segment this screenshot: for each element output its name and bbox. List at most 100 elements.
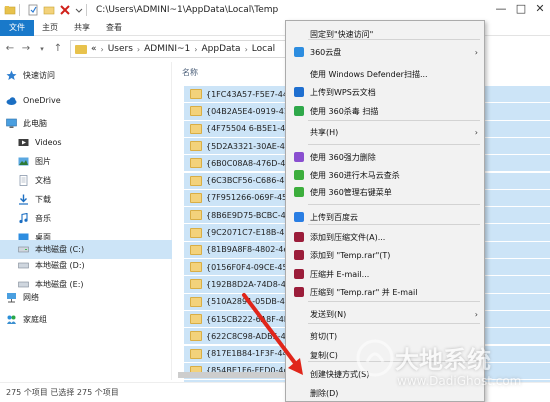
folder-icon	[190, 210, 202, 221]
menu-item-label: 添加到 "Temp.rar"(T)	[310, 250, 391, 260]
menu-item-14[interactable]: 发送到(N) ›	[286, 305, 484, 323]
cloud360-icon	[294, 47, 304, 57]
new-folder-icon[interactable]	[43, 4, 55, 16]
breadcrumb-overflow[interactable]: «	[91, 44, 97, 54]
drive-icon	[18, 244, 29, 255]
maximize-button[interactable]: □	[514, 2, 528, 16]
breadcrumb-users[interactable]: Users	[108, 44, 133, 54]
menu-item-12[interactable]: 压缩并 E-mail...	[286, 265, 484, 283]
nav-item-documents[interactable]: 文档	[0, 171, 172, 190]
menu-item-8[interactable]: 使用 360管理右键菜单	[286, 183, 484, 201]
up-icon[interactable]: ↑	[52, 43, 64, 55]
nav-item-onedrive[interactable]: OneDrive	[0, 91, 172, 110]
nav-item-drive-d[interactable]: 本地磁盘 (D:)	[0, 256, 172, 275]
menu-item-6[interactable]: 使用 360强力删除	[286, 148, 484, 166]
delete-icon[interactable]	[59, 4, 71, 16]
tab-view[interactable]: 查看	[98, 22, 130, 33]
menu-separator	[308, 204, 480, 205]
menu-item-0[interactable]: 固定到"快速访问"	[286, 25, 484, 43]
status-text: 275 个项目 已选择 275 个项目	[6, 388, 119, 397]
menu-item-5[interactable]: 共享(H) ›	[286, 123, 484, 141]
file-name: {9C2071C7-E18B-42b	[206, 228, 295, 238]
minimize-button[interactable]: —	[494, 2, 508, 16]
forward-icon[interactable]: →	[20, 43, 32, 55]
close-button[interactable]: ✕	[533, 2, 547, 16]
folder-icon	[190, 106, 202, 117]
watermark-logo: 大地系统 www.DadiGhost.com	[355, 338, 550, 398]
chevron-down-icon[interactable]	[75, 4, 83, 16]
separator	[19, 4, 20, 16]
watermark-icon	[356, 339, 394, 377]
file-name: {0156F0F4-09CE-451F	[206, 262, 298, 272]
nav-item-pictures[interactable]: 图片	[0, 152, 172, 171]
folder-icon	[190, 123, 202, 134]
menu-item-10[interactable]: 添加到压缩文件(A)...	[286, 228, 484, 246]
nav-item-videos[interactable]: Videos	[0, 133, 172, 152]
navigation-pane: 快速访问 OneDrive 此电脑 Videos 图片 文档 下载 音乐 桌面 …	[0, 62, 172, 380]
nav-item-downloads[interactable]: 下载	[0, 190, 172, 209]
rar-icon	[294, 250, 304, 260]
menu-item-3[interactable]: 上传到WPS云文档	[286, 83, 484, 101]
file-name: {81B9A8F8-4802-4e2	[206, 245, 294, 255]
file-name: {6B0C08A8-476D-4e9	[206, 158, 296, 168]
nav-item-homegroup[interactable]: 家庭组	[0, 310, 172, 329]
rar-icon	[294, 269, 304, 279]
menu-separator	[308, 39, 480, 40]
menu-item-label: 使用 360强力删除	[310, 152, 376, 162]
file-name: {192B8D2A-74D8-4d2	[206, 279, 296, 289]
baidu-icon	[294, 212, 304, 222]
file-name: {510A2891-05DB-406	[206, 297, 296, 307]
menu-item-7[interactable]: 使用 360进行木马云查杀	[286, 166, 484, 184]
folder-icon	[190, 348, 202, 359]
folder-icon	[190, 227, 202, 238]
breadcrumb-appdata[interactable]: AppData	[202, 44, 241, 54]
file-name: {622C8C98-ADB5-405	[206, 331, 296, 341]
menu-item-4[interactable]: 使用 360杀毒 扫描	[286, 102, 484, 120]
tab-home[interactable]: 主页	[34, 22, 66, 33]
purple360-icon	[294, 152, 304, 162]
nav-item-network[interactable]: 网络	[0, 288, 172, 307]
folder-icon	[190, 314, 202, 325]
file-name: {4F75504 6-B5E1-4b6	[206, 124, 296, 134]
green360-icon	[294, 170, 304, 180]
folder-icon[interactable]	[4, 4, 16, 16]
folder-icon	[190, 296, 202, 307]
column-header-name[interactable]: 名称	[182, 67, 198, 78]
tab-file[interactable]: 文件	[0, 19, 34, 36]
nav-item-quick-access[interactable]: 快速访问	[0, 66, 172, 85]
menu-item-11[interactable]: 添加到 "Temp.rar"(T)	[286, 246, 484, 264]
breadcrumb-admini[interactable]: ADMINI~1	[144, 44, 190, 54]
menu-item-13[interactable]: 压缩到 "Temp.rar" 并 E-mail	[286, 283, 484, 301]
chevron-right-icon: ›	[474, 47, 478, 57]
menu-item-label: 固定到"快速访问"	[310, 29, 374, 39]
network-icon	[6, 292, 17, 303]
address-bar[interactable]: « › Users › ADMINI~1 › AppData › Local	[70, 40, 320, 58]
tab-share[interactable]: 共享	[66, 22, 98, 33]
menu-item-label: 使用 Windows Defender扫描...	[310, 69, 428, 79]
chevron-right-icon: ›	[244, 44, 248, 54]
menu-item-label: 压缩并 E-mail...	[310, 269, 370, 279]
file-name: {615CB222-6A8F-4b0	[206, 314, 294, 324]
homegroup-icon	[6, 314, 17, 325]
title-bar: C:\Users\ADMINI~1\AppData\Local\Temp — □…	[0, 0, 550, 20]
folder-icon	[190, 279, 202, 290]
folder-icon	[190, 158, 202, 169]
menu-item-1[interactable]: 360云盘 ›	[286, 43, 484, 61]
menu-item-label: 使用 360杀毒 扫描	[310, 106, 379, 116]
menu-separator	[308, 144, 480, 145]
back-icon[interactable]: ←	[4, 43, 16, 55]
folder-icon	[190, 331, 202, 342]
pictures-icon	[18, 156, 29, 167]
nav-item-this-pc[interactable]: 此电脑	[0, 114, 172, 133]
menu-item-2[interactable]: 使用 Windows Defender扫描...	[286, 65, 484, 83]
nav-item-music[interactable]: 音乐	[0, 209, 172, 228]
properties-icon[interactable]	[27, 4, 39, 16]
breadcrumb-local[interactable]: Local	[252, 44, 275, 54]
menu-item-label: 复制(C)	[310, 350, 338, 360]
chevron-right-icon: ›	[100, 44, 104, 54]
recent-dropdown-icon[interactable]: ▾	[36, 43, 48, 55]
chevron-right-icon: ›	[194, 44, 198, 54]
file-name: {5D2A3321-30AE-484	[206, 141, 296, 151]
horizontal-scrollbar[interactable]	[178, 372, 288, 378]
watermark-text: 大地系统	[395, 346, 491, 374]
